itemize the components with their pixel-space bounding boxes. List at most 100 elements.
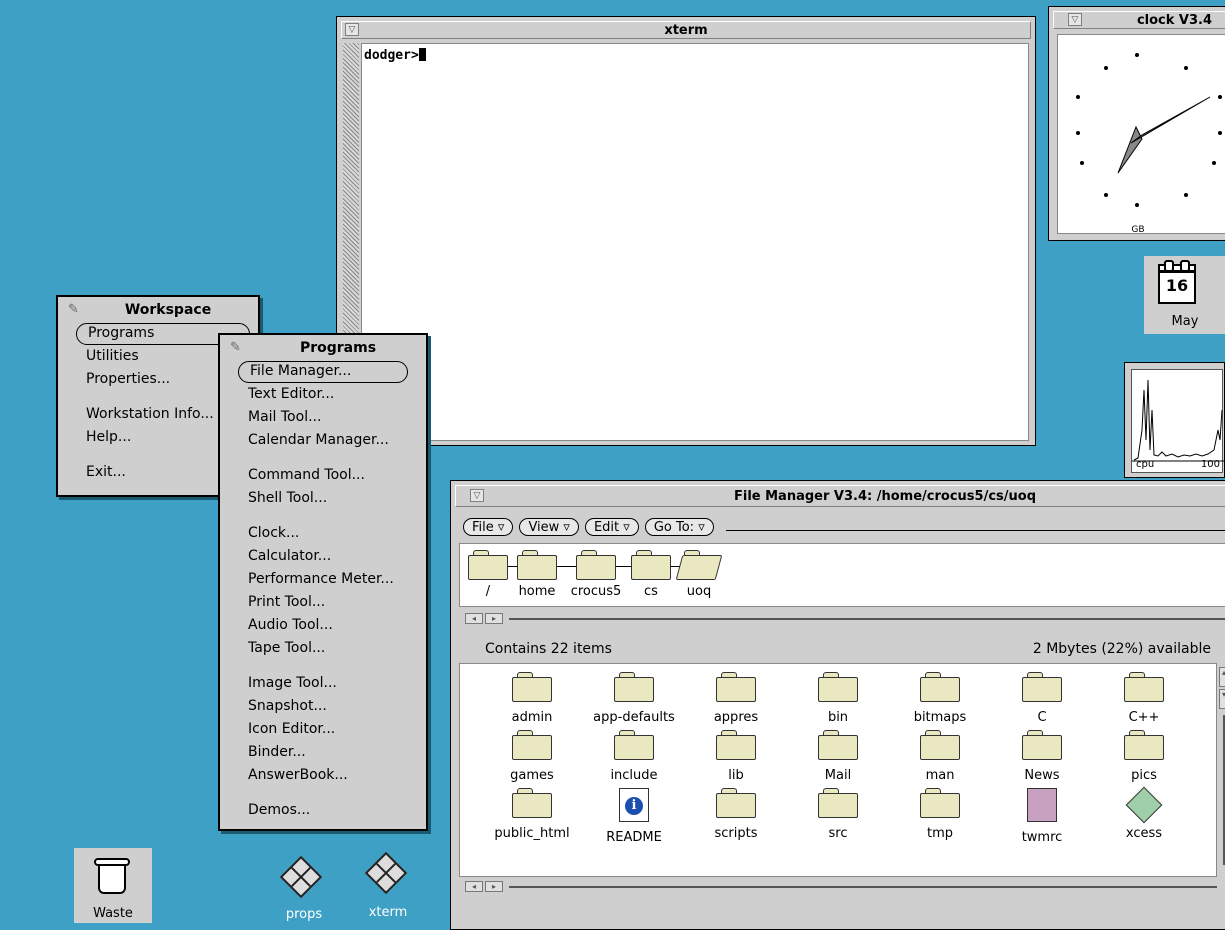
props-icon[interactable]: props [264, 855, 344, 923]
file-item-label: scripts [714, 826, 758, 841]
file-item[interactable]: app-defaults [584, 672, 684, 725]
xterm-titlebar[interactable]: ▽ xterm [341, 21, 1031, 39]
file-item[interactable]: src [788, 788, 888, 841]
menu-item-answerbook[interactable]: AnswerBook... [220, 764, 426, 787]
clock-titlebar[interactable]: ▽ clock V3.4 [1053, 11, 1225, 29]
file-item-label: appres [713, 710, 759, 725]
folder-icon [818, 788, 858, 818]
menu-item-demos[interactable]: Demos... [220, 799, 426, 822]
path-folder-uoq[interactable]: uoq [649, 550, 749, 599]
file-item[interactable]: Mail [788, 730, 888, 783]
file-item[interactable]: games [482, 730, 582, 783]
file-manager-window[interactable]: ▽ File Manager V3.4: /home/crocus5/cs/uo… [450, 480, 1225, 930]
perfmeter-icon[interactable]: cpu 100 [1124, 362, 1225, 478]
scroll-left-icon[interactable]: ◂ [465, 613, 483, 624]
scroll-right-icon[interactable]: ▸ [485, 881, 503, 892]
scroll-up-icon[interactable]: ▴ [1219, 667, 1225, 687]
file-item[interactable]: scripts [686, 788, 786, 841]
file-item[interactable]: admin [482, 672, 582, 725]
window-menu-icon[interactable]: ▽ [470, 489, 484, 502]
file-item[interactable]: bin [788, 672, 888, 725]
folder-icon [1022, 730, 1062, 760]
menu-item-audio-tool[interactable]: Audio Tool... [220, 614, 426, 637]
file-item-label: public_html [494, 826, 570, 841]
file-item[interactable]: C++ [1094, 672, 1194, 725]
goto-menu-button[interactable]: Go To: ▿ [644, 518, 714, 536]
file-item-label: README [606, 830, 662, 845]
folder-icon [818, 730, 858, 760]
scroll-left-icon[interactable]: ◂ [465, 881, 483, 892]
menu-item-binder[interactable]: Binder... [220, 741, 426, 764]
file-manager-titlebar[interactable]: ▽ File Manager V3.4: /home/crocus5/cs/uo… [455, 485, 1225, 507]
menu-item-clock[interactable]: Clock... [220, 522, 426, 545]
folder-icon [512, 672, 552, 702]
file-item[interactable]: xcess [1094, 786, 1194, 841]
file-item[interactable]: include [584, 730, 684, 783]
file-pane-hscroll[interactable]: ◂ ▸ [465, 881, 1217, 893]
edit-menu-button[interactable]: Edit ▿ [584, 518, 639, 536]
file-item[interactable]: bitmaps [890, 672, 990, 725]
file-item-label: C [1037, 710, 1047, 725]
file-item[interactable]: appres [686, 672, 786, 725]
menu-item-file-manager[interactable]: File Manager... [238, 361, 408, 383]
clock-window[interactable]: ▽ clock V3.4 GB [1048, 6, 1225, 241]
waste-label: Waste [93, 906, 133, 921]
window-menu-icon[interactable]: ▽ [345, 23, 359, 36]
file-item-label: Mail [824, 768, 852, 783]
file-item-label: man [925, 768, 955, 783]
goto-path-field[interactable] [725, 529, 1225, 531]
window-menu-icon[interactable]: ▽ [1068, 13, 1082, 26]
calendar-icon[interactable]: 16 May [1144, 256, 1225, 334]
menu-item-snapshot[interactable]: Snapshot... [220, 695, 426, 718]
menu-item-mail-tool[interactable]: Mail Tool... [220, 406, 426, 429]
programs-menu-title: Programs [299, 340, 377, 356]
shell-prompt: dodger> [364, 48, 419, 63]
file-item-label: bin [827, 710, 849, 725]
file-item[interactable]: News [992, 730, 1092, 783]
menu-item-calculator[interactable]: Calculator... [220, 545, 426, 568]
folder-icon [512, 788, 552, 818]
file-item[interactable]: public_html [482, 788, 582, 841]
item-count-status: Contains 22 items [485, 641, 612, 657]
scroll-down-icon[interactable]: ▾ [1219, 689, 1225, 709]
file-item[interactable]: twmrc [992, 788, 1092, 845]
menu-item-performance-meter[interactable]: Performance Meter... [220, 568, 426, 591]
file-pane-vscroll[interactable]: ▴ ▾ [1219, 667, 1225, 867]
file-item[interactable]: C [992, 672, 1092, 725]
pushpin-icon[interactable]: ✎ [230, 340, 241, 355]
menu-item-shell-tool[interactable]: Shell Tool... [220, 487, 426, 510]
scroll-right-icon[interactable]: ▸ [485, 613, 503, 624]
file-menu-button[interactable]: File ▿ [463, 518, 514, 536]
file-item-label: src [828, 826, 848, 841]
file-item[interactable]: lib [686, 730, 786, 783]
menu-item-tape-tool[interactable]: Tape Tool... [220, 637, 426, 660]
menu-item-print-tool[interactable]: Print Tool... [220, 591, 426, 614]
xterm-terminal[interactable]: dodger> [361, 43, 1029, 441]
file-item[interactable]: i README [584, 788, 684, 845]
folder-icon [1124, 672, 1164, 702]
xterm-icon[interactable]: xterm [348, 851, 428, 923]
file-item[interactable]: tmp [890, 788, 990, 841]
file-item-label: lib [728, 768, 744, 783]
folder-icon [512, 730, 552, 760]
pushpin-icon[interactable]: ✎ [68, 302, 79, 317]
path-scrollbar[interactable]: ◂ ▸ [465, 613, 1225, 625]
menu-item-text-editor[interactable]: Text Editor... [220, 383, 426, 406]
xterm-window[interactable]: ▽ xterm dodger> [336, 16, 1036, 446]
folder-icon [716, 672, 756, 702]
menu-item-calendar-manager[interactable]: Calendar Manager... [220, 429, 426, 452]
menu-item-image-tool[interactable]: Image Tool... [220, 672, 426, 695]
perfmeter-label: cpu [1136, 459, 1155, 470]
file-item-label: twmrc [1021, 830, 1063, 845]
waste-basket-icon[interactable]: Waste [74, 848, 152, 923]
programs-menu[interactable]: ✎ Programs File Manager... Text Editor..… [218, 333, 428, 831]
file-item[interactable]: pics [1094, 730, 1194, 783]
menu-item-icon-editor[interactable]: Icon Editor... [220, 718, 426, 741]
menu-item-command-tool[interactable]: Command Tool... [220, 464, 426, 487]
disk-space-status: 2 Mbytes (22%) available [1032, 641, 1211, 657]
file-item[interactable]: man [890, 730, 990, 783]
view-menu-button[interactable]: View ▿ [519, 518, 579, 536]
file-item-label: C++ [1128, 710, 1160, 725]
folder-icon [818, 672, 858, 702]
document-icon [1027, 788, 1057, 822]
